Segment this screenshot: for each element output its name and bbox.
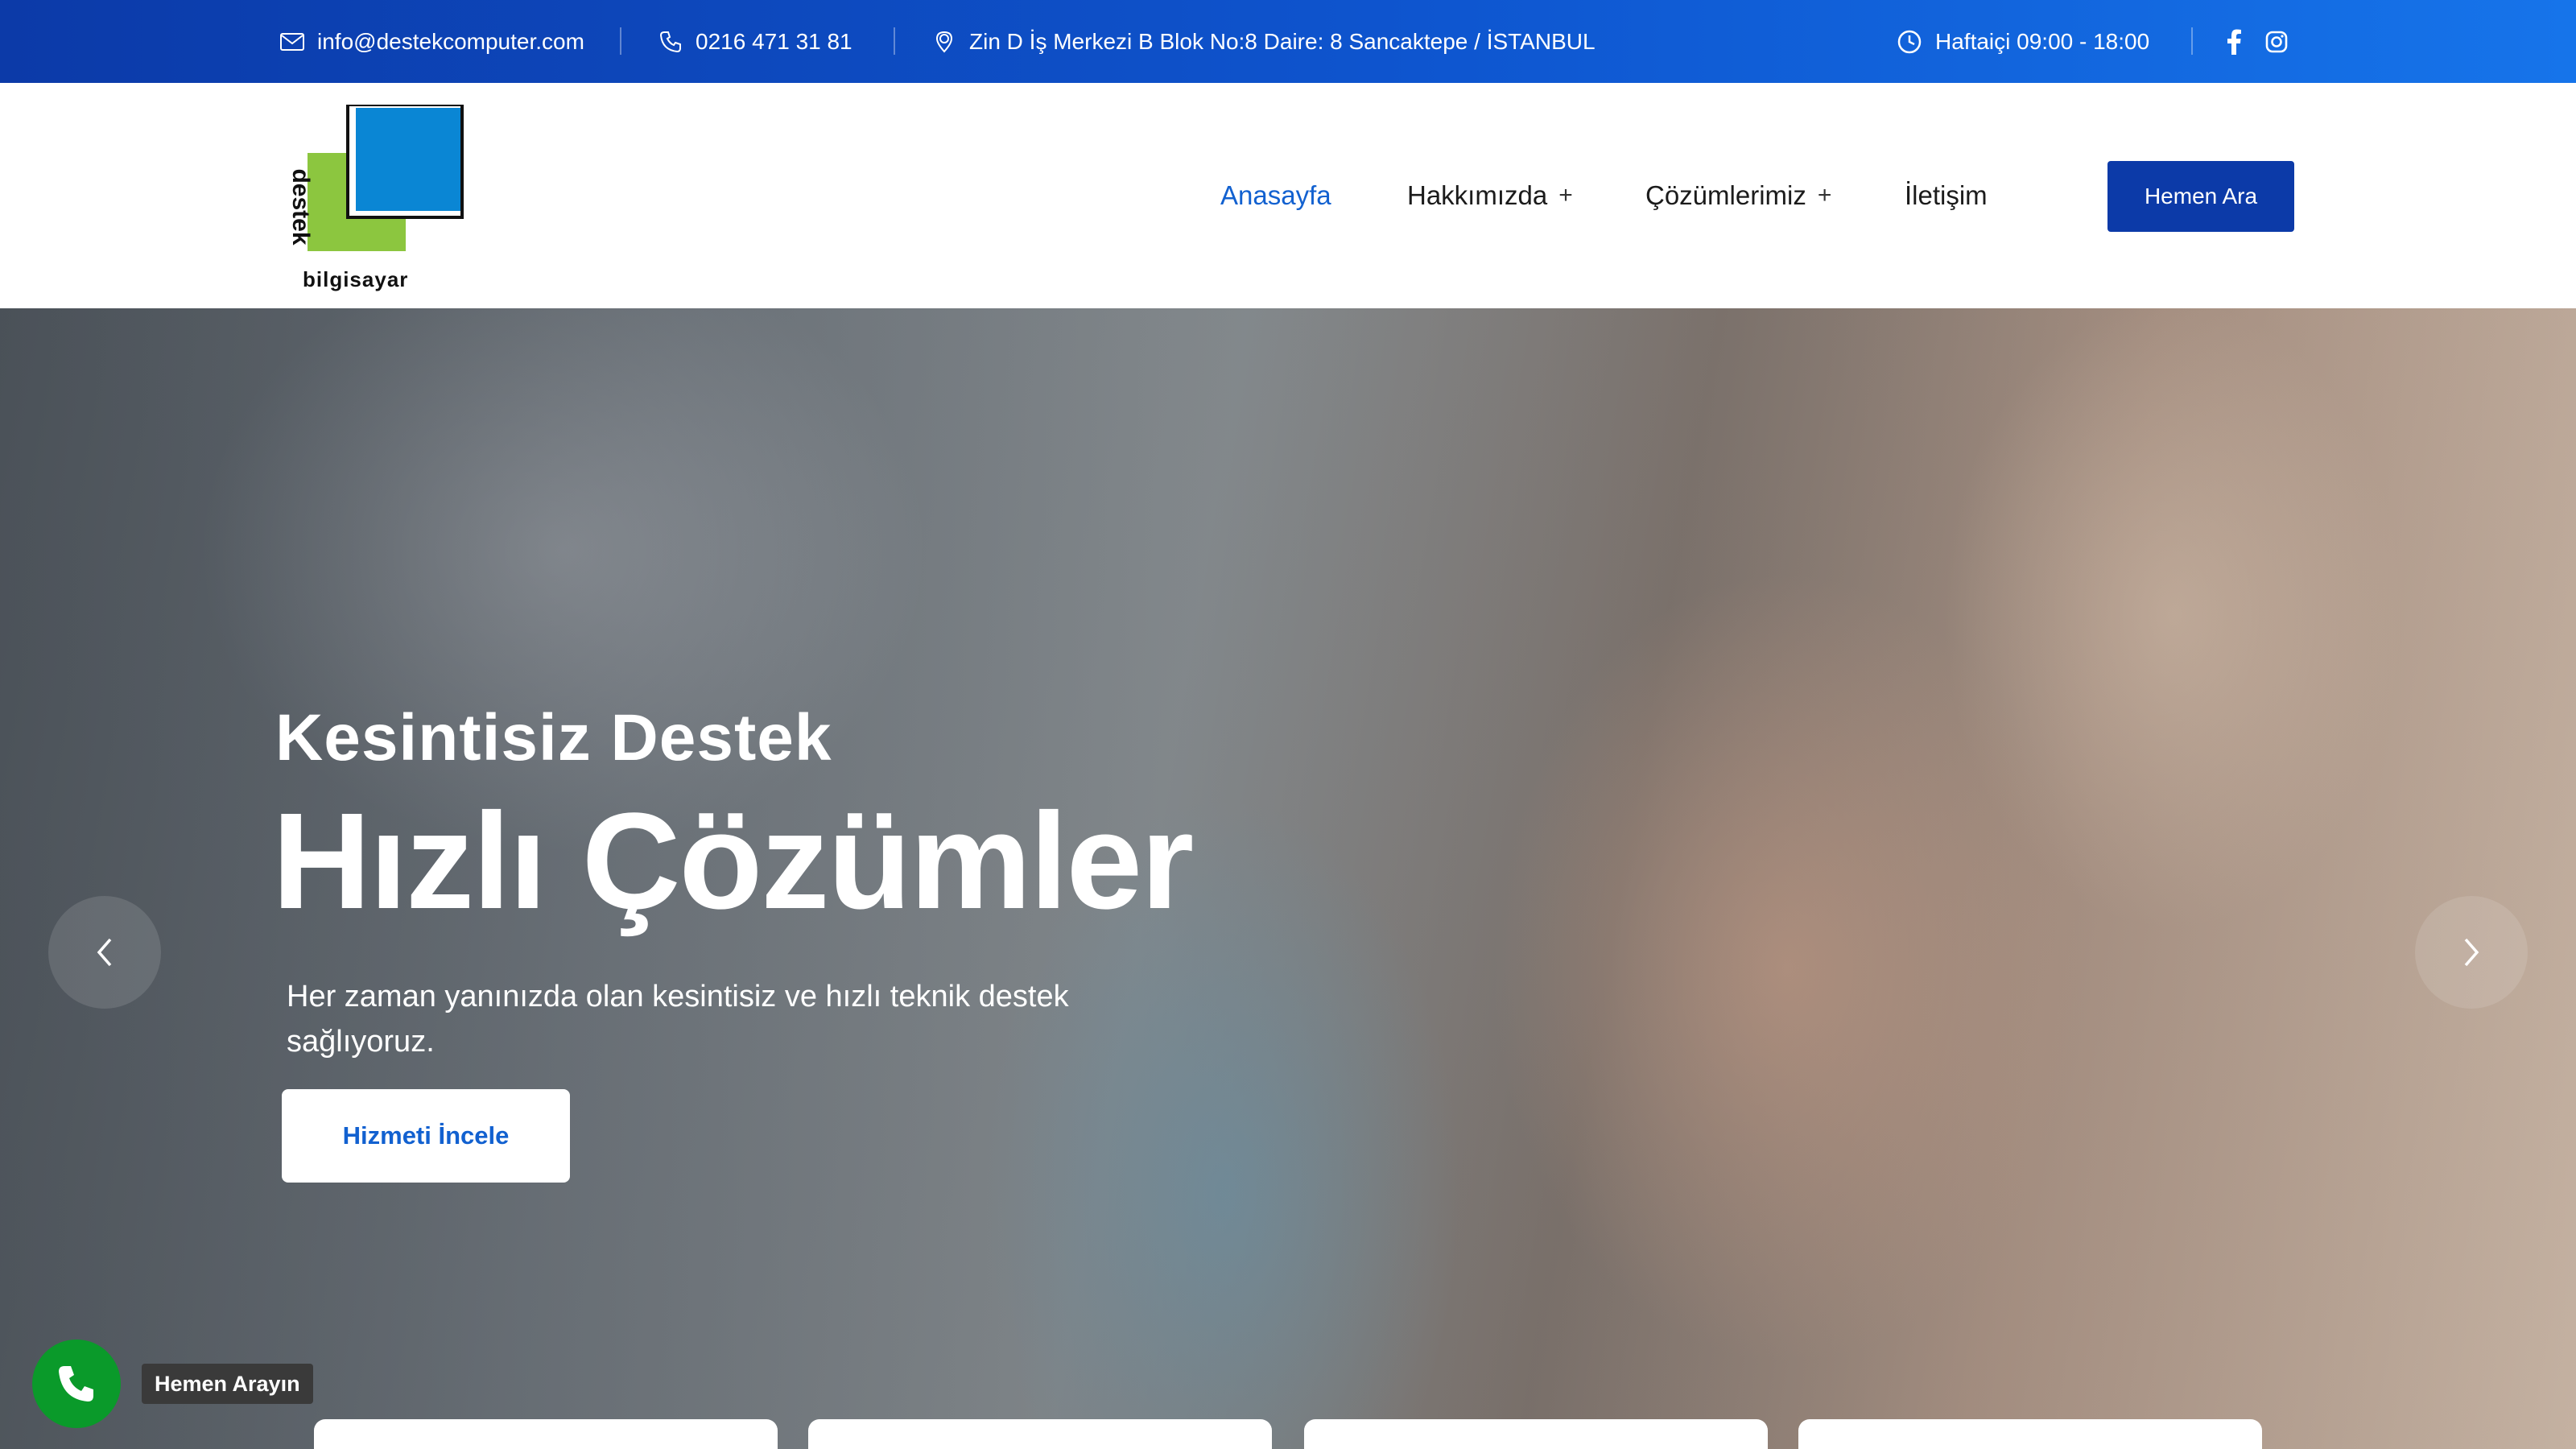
divider <box>2191 27 2193 55</box>
instagram-icon[interactable] <box>2265 31 2288 53</box>
phone-icon <box>59 1366 93 1402</box>
call-widget-label[interactable]: Hemen Arayın <box>142 1364 313 1404</box>
mail-icon <box>280 32 304 51</box>
divider <box>894 27 895 55</box>
logo-bottom-text: bilgisayar <box>303 267 409 291</box>
hero-title: Hızlı Çözümler <box>272 785 1194 938</box>
floating-call-button[interactable] <box>32 1340 121 1428</box>
nav-label: Anasayfa <box>1220 180 1331 210</box>
view-service-button[interactable]: Hizmeti İncele <box>282 1089 570 1183</box>
hero-subtitle: Kesintisiz Destek <box>275 701 832 774</box>
logo-vertical-text: destek <box>287 168 314 246</box>
topbar-email[interactable]: info@destekcomputer.com <box>280 0 584 83</box>
topbar-address: Zin D İş Merkezi B Blok No:8 Daire: 8 Sa… <box>932 0 1596 83</box>
nav-iletisim[interactable]: İletişim <box>1905 83 1988 308</box>
feature-card[interactable] <box>1798 1419 2262 1449</box>
chevron-left-icon <box>97 938 112 967</box>
address-text: Zin D İş Merkezi B Blok No:8 Daire: 8 Sa… <box>969 28 1596 54</box>
phone-text: 0216 471 31 81 <box>696 28 852 54</box>
nav-hakkimizda[interactable]: Hakkımızda + <box>1407 83 1573 308</box>
plus-icon: + <box>1817 182 1832 208</box>
nav-label: İletişim <box>1905 180 1988 210</box>
feature-card[interactable] <box>1304 1419 1768 1449</box>
logo-blue-square <box>356 108 460 211</box>
nav-anasayfa[interactable]: Anasayfa <box>1220 83 1331 308</box>
plus-icon: + <box>1558 182 1573 208</box>
chevron-right-icon <box>2464 938 2479 967</box>
site-logo[interactable]: destek bilgisayar <box>279 103 472 291</box>
social-links <box>2227 0 2288 83</box>
topbar-phone[interactable]: 0216 471 31 81 <box>658 0 852 83</box>
call-now-button[interactable]: Hemen Ara <box>2107 161 2294 232</box>
hero-description: Her zaman yanınızda olan kesintisiz ve h… <box>287 980 1069 1059</box>
clock-icon <box>1897 30 1922 53</box>
topbar-hours: Haftaiçi 09:00 - 18:00 <box>1897 0 2149 83</box>
nav-label: Hakkımızda <box>1407 180 1548 210</box>
divider <box>620 27 621 55</box>
hours-text: Haftaiçi 09:00 - 18:00 <box>1935 28 2150 54</box>
nav-cozumlerimiz[interactable]: Çözümlerimiz + <box>1645 83 1831 308</box>
top-info-bar: info@destekcomputer.com 0216 471 31 81 Z… <box>0 0 2576 83</box>
slider-next-button[interactable] <box>2415 896 2528 1009</box>
nav-label: Çözümlerimiz <box>1645 180 1806 210</box>
email-text: info@destekcomputer.com <box>317 28 584 54</box>
slider-prev-button[interactable] <box>48 896 161 1009</box>
feature-card[interactable] <box>314 1419 778 1449</box>
phone-icon <box>659 31 681 52</box>
feature-card[interactable] <box>808 1419 1272 1449</box>
facebook-icon[interactable] <box>2227 29 2241 55</box>
location-icon <box>935 31 953 52</box>
